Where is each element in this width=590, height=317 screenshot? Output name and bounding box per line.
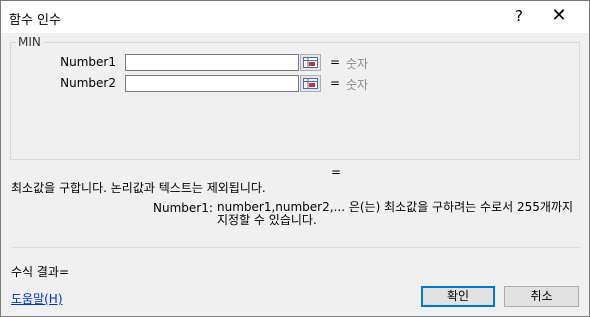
divider [11, 247, 581, 248]
arg-label-number2: Number2 [60, 76, 116, 90]
arg-result-number1: 숫자 [346, 57, 369, 71]
function-name: MIN [16, 35, 43, 49]
arg-equals-number2: = [330, 76, 341, 90]
number1-input[interactable] [125, 54, 299, 71]
arg-result-number2: 숫자 [346, 78, 369, 92]
function-result-equals: = [331, 165, 342, 179]
title-bar: 함수 인수 ? ✕ [1, 1, 589, 33]
function-description: 최소값을 구합니다. 논리값과 텍스트는 제외됩니다. [11, 181, 266, 195]
arg-equals-number1: = [330, 55, 341, 69]
function-arguments-dialog: 함수 인수 ? ✕ MIN Number1 = 숫자 Number2 = 숫자 … [0, 0, 590, 317]
formula-result: 수식 결과= [11, 265, 70, 279]
dialog-title: 함수 인수 [9, 13, 61, 28]
question-mark-icon[interactable]: ? [511, 7, 527, 25]
help-link[interactable]: 도움말(H) [11, 290, 63, 307]
range-select-icon[interactable] [300, 54, 321, 71]
ok-button[interactable]: 확인 [421, 286, 495, 307]
arg-help-text: number1,number2,... 은(는) 최소값을 구하려는 수로서 2… [217, 200, 573, 227]
number2-input[interactable] [125, 75, 299, 92]
range-select-icon[interactable] [300, 75, 321, 92]
close-icon[interactable]: ✕ [549, 5, 569, 26]
arg-label-number1: Number1 [60, 55, 116, 69]
arg-help-name: Number1: [153, 201, 213, 215]
cancel-button[interactable]: 취소 [504, 286, 579, 307]
